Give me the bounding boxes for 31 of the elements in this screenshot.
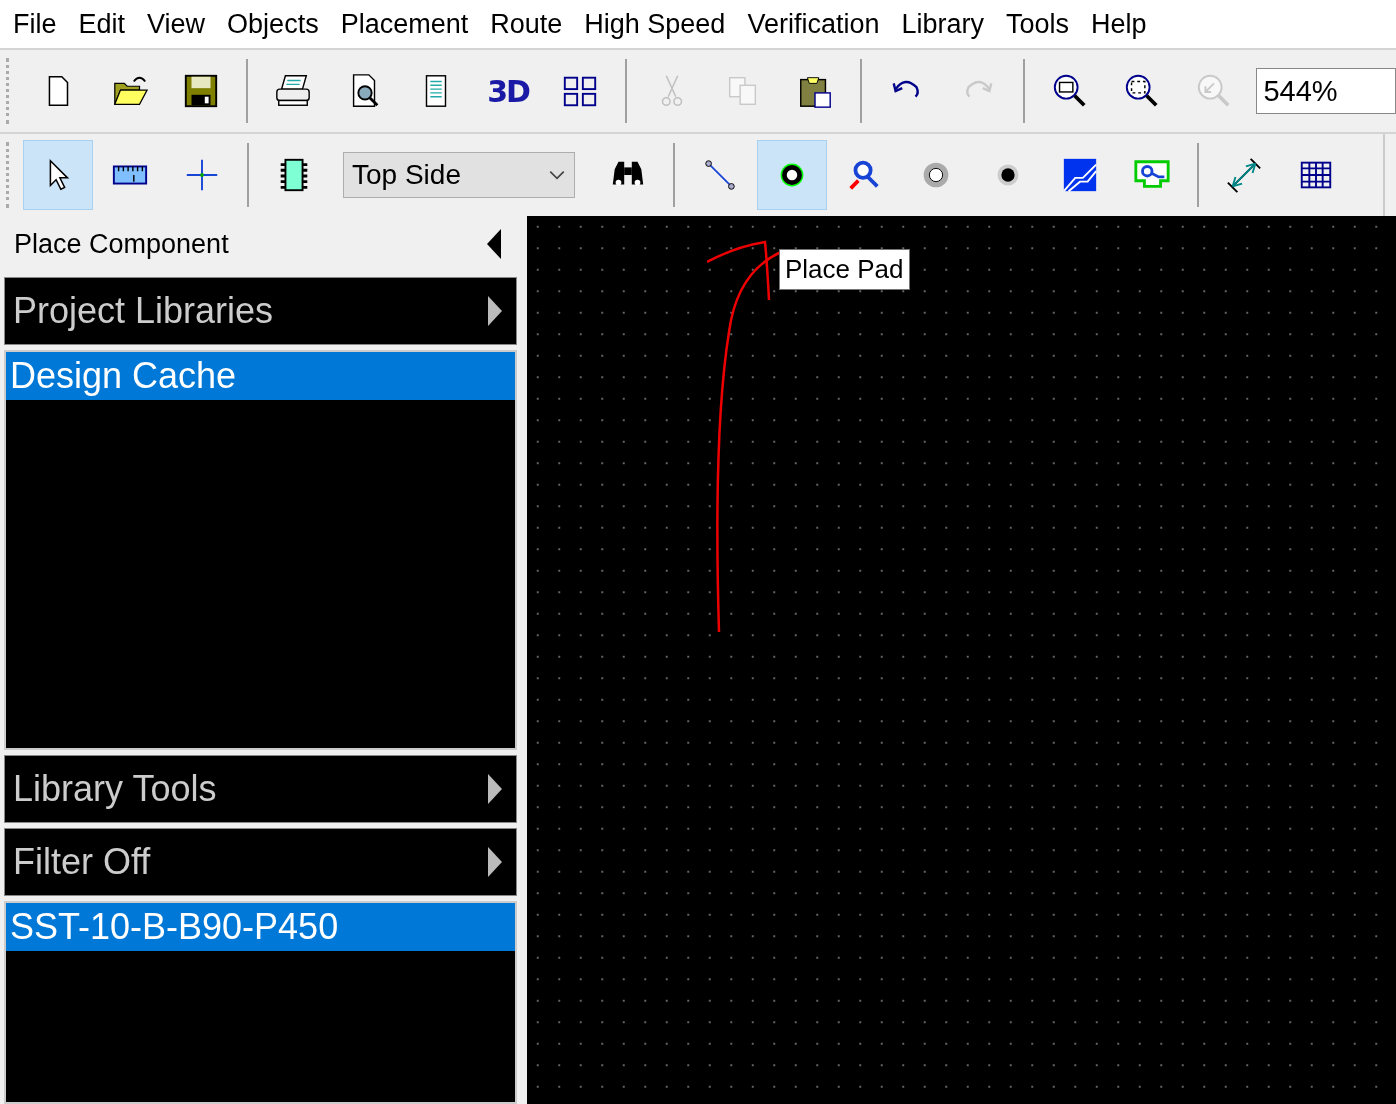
menu-item[interactable]: Objects: [216, 8, 330, 40]
zoom-field[interactable]: 544%: [1256, 68, 1396, 114]
view-3d-button[interactable]: 3D: [473, 56, 543, 126]
chevron-down-icon: [548, 169, 566, 181]
menu-item[interactable]: High Speed: [573, 8, 737, 40]
tooltip: Place Pad: [779, 249, 910, 290]
menu-item[interactable]: Library: [890, 8, 995, 40]
menu-item[interactable]: View: [136, 8, 217, 40]
menu-item[interactable]: Tools: [995, 8, 1081, 40]
ring-button[interactable]: [757, 140, 827, 210]
menu-item[interactable]: Route: [479, 8, 574, 40]
expand-arrow-icon: [486, 774, 502, 804]
menu-item[interactable]: Placement: [329, 8, 480, 40]
menu-item[interactable]: Edit: [67, 8, 137, 40]
expand-arrow-icon: [486, 296, 502, 326]
expand-arrow-icon: [486, 847, 502, 877]
menu-item[interactable]: Verification: [736, 8, 891, 40]
pointer-button[interactable]: [23, 140, 93, 210]
section-header[interactable]: Project Libraries: [4, 277, 517, 345]
list-item[interactable]: SST-10-B-B90-P450: [6, 903, 515, 951]
double-arrow-icon: [1225, 156, 1263, 194]
section-header[interactable]: Library Tools: [4, 755, 517, 823]
menu-item[interactable]: File: [2, 8, 68, 40]
menu-item[interactable]: Help: [1080, 8, 1158, 40]
list-item[interactable]: Design Cache: [6, 352, 515, 400]
collapse-arrow-icon[interactable]: [487, 229, 503, 259]
layer-dropdown[interactable]: Top Side: [343, 152, 575, 198]
design-canvas[interactable]: Place Pad: [527, 216, 1396, 1104]
plane-icon: [1061, 156, 1099, 194]
section-header[interactable]: Filter Off: [4, 828, 517, 896]
panel-title: Place Component: [14, 228, 229, 260]
